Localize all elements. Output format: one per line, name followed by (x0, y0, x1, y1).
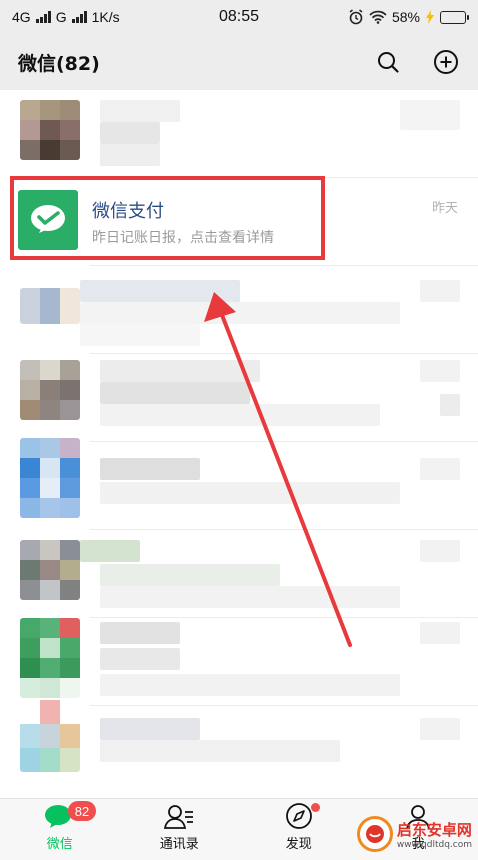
watermark-url: www.qdltdq.com (396, 839, 472, 850)
new-dot-badge (311, 803, 320, 812)
blurred-time (420, 360, 460, 382)
tab-label: 通讯录 (159, 837, 199, 852)
chat-row[interactable] (0, 266, 478, 354)
blurred-preview (100, 482, 400, 504)
tab-label: 微信 (46, 837, 73, 852)
logo-icon (365, 825, 384, 843)
tab-chats[interactable]: 82 微信 (0, 799, 120, 860)
plus-circle-icon (434, 50, 458, 74)
blurred-name (100, 100, 180, 122)
blurred-preview (100, 144, 160, 166)
battery-icon (440, 10, 469, 24)
watermark-title: 启东安卓网 (396, 820, 472, 839)
blurred-name (100, 718, 200, 740)
blurred-preview (100, 648, 180, 670)
blurred-time (440, 394, 460, 416)
app-header: 微信(82) (0, 34, 478, 90)
blurred-time (420, 280, 460, 302)
network-type-2: G (55, 9, 67, 25)
blurred-name (100, 622, 180, 644)
network-speed: 1K/s (91, 9, 120, 25)
page-title: 微信(82) (18, 52, 100, 75)
blurred-name (100, 360, 260, 382)
blurred-preview (100, 674, 400, 696)
network-type-1: 4G (12, 9, 31, 25)
alarm-icon (349, 9, 363, 25)
blurred-preview (100, 740, 340, 762)
avatar (20, 438, 80, 518)
tab-label: 发现 (285, 837, 312, 852)
blurred-name (80, 280, 240, 302)
avatar (20, 618, 80, 698)
avatar (20, 100, 80, 160)
blurred-preview (80, 324, 200, 346)
charging-icon (426, 10, 434, 24)
signal-icon-2 (71, 11, 87, 23)
search-icon (378, 52, 399, 73)
chat-row[interactable] (0, 618, 478, 706)
chat-time: 昨天 (431, 201, 458, 216)
avatar (20, 360, 80, 420)
avatar (20, 540, 80, 600)
watermark-text: 启东安卓网 www.qdltdq.com (397, 819, 472, 850)
chat-preview: 昨日记账日报，点击查看详情 (92, 230, 274, 246)
chat-row[interactable] (0, 530, 478, 618)
header-actions (374, 48, 460, 76)
blurred-time (400, 100, 460, 130)
battery-percent: 58% (391, 9, 420, 25)
tab-discover[interactable]: 发现 (239, 799, 359, 860)
wechat-pay-avatar (18, 190, 78, 250)
status-bar: 4G G 1K/s 08:55 58% (0, 0, 478, 34)
blurred-name (100, 458, 200, 480)
avatar (20, 700, 80, 772)
watermark-logo (356, 816, 393, 852)
add-button[interactable] (432, 48, 460, 76)
search-button[interactable] (374, 48, 402, 76)
blurred-preview (100, 564, 280, 586)
watermark: 启东安卓网 www.qdltdq.com (356, 816, 472, 852)
blurred-name (80, 540, 140, 562)
blurred-time (420, 540, 460, 562)
blurred-preview (100, 586, 400, 608)
chat-row[interactable] (0, 438, 478, 530)
wechat-pay-icon (31, 205, 65, 233)
unread-badge: 82 (68, 801, 96, 821)
chat-row[interactable] (0, 354, 478, 442)
chat-row[interactable] (0, 90, 478, 178)
avatar (20, 288, 80, 324)
blurred-preview (100, 404, 380, 426)
chat-row[interactable] (0, 700, 478, 794)
blurred-name (100, 382, 250, 404)
chat-name: 微信支付 (92, 201, 164, 222)
compass-icon (285, 803, 312, 829)
blurred-time (420, 622, 460, 644)
blurred-preview (80, 302, 400, 324)
contacts-icon (164, 805, 194, 829)
blurred-time (420, 458, 460, 480)
blurred-time (420, 718, 460, 740)
signal-icon (35, 11, 51, 23)
status-right: 58% (348, 9, 469, 25)
blurred-preview (100, 122, 160, 144)
status-left: 4G G 1K/s (12, 9, 120, 25)
tab-contacts[interactable]: 通讯录 (120, 799, 240, 860)
wifi-icon (369, 10, 387, 24)
